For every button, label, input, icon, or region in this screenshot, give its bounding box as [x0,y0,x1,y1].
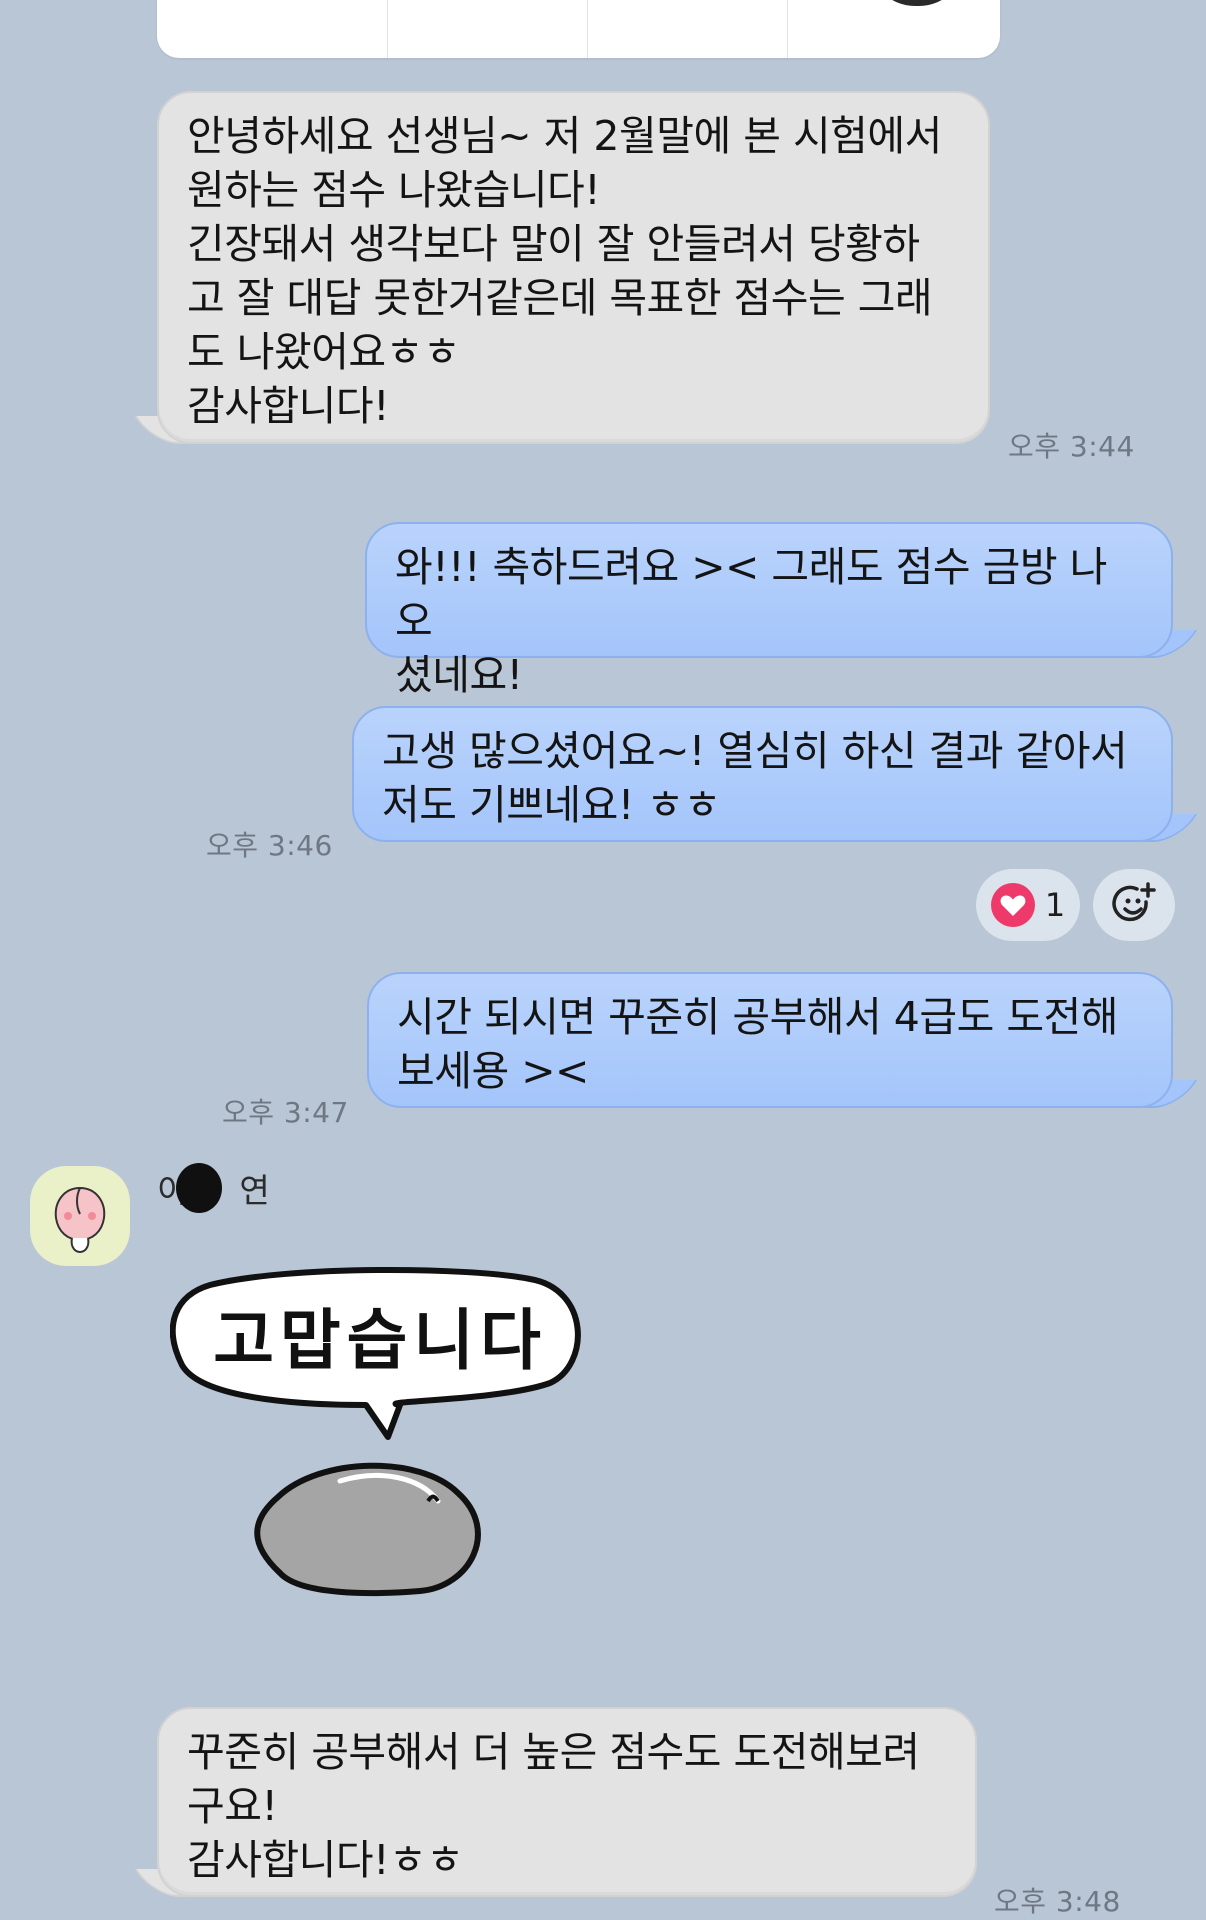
card-divider [387,0,388,58]
reaction-count: 1 [1044,886,1066,924]
card-divider [587,0,588,58]
message-bubble-outgoing[interactable]: 시간 되시면 꾸준히 공부해서 4급도 도전해 보세용 >< [367,972,1173,1108]
sender-avatar[interactable] [30,1166,130,1266]
message-time: 오후 3:46 [206,829,333,862]
message-bubble-incoming[interactable]: 꾸준히 공부해서 더 높은 점수도 도전해보려 구요! 감사합니다!ㅎㅎ [157,1707,977,1897]
message-bubble-outgoing[interactable]: 와!!! 축하드려요 >< 그래도 점수 금방 나오 셨네요! [365,522,1173,699]
thank-you-sticker[interactable]: 고맙습니다 [170,1255,590,1655]
message-time: 오후 3:47 [222,1096,349,1129]
message-time: 오후 3:44 [1008,430,1135,463]
message-bubble-incoming[interactable]: 안녕하세요 선생님~ 저 2월말에 본 시험에서 원하는 점수 나왔습니다! 긴… [157,91,990,444]
message-bubble-outgoing[interactable]: 고생 많으셨어요~! 열심히 하신 결과 같아서 저도 기쁘네요! ㅎㅎ [352,706,1173,842]
add-reaction-button[interactable] [1093,869,1175,941]
smile-plus-icon [1112,882,1156,922]
card-divider [787,0,788,58]
previous-attachment-card[interactable] [157,0,1000,58]
message-time: 오후 3:48 [994,1885,1121,1918]
heart-icon [990,883,1035,927]
media-control-icon[interactable] [869,0,965,6]
reaction-pill[interactable]: 1 [976,869,1080,941]
peach-character-icon [54,1186,106,1254]
sticker-text: 고맙습니다 [213,1302,547,1379]
redaction-mark [176,1163,222,1213]
